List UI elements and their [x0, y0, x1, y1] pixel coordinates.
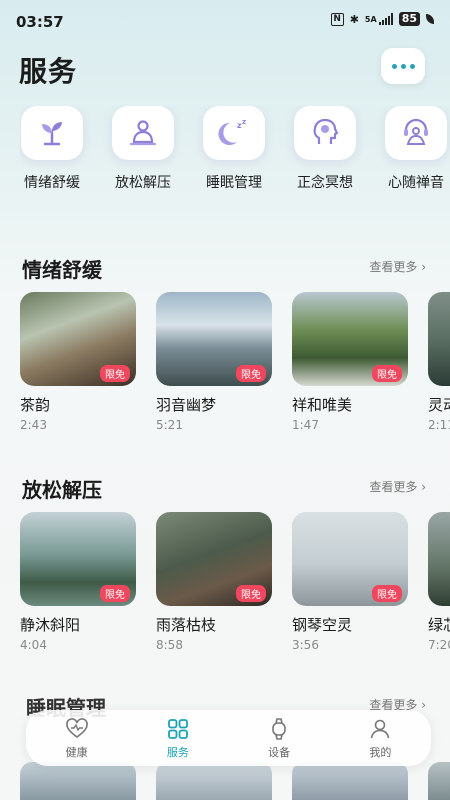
signal-icon	[378, 13, 393, 25]
tab-label: 服务	[166, 745, 189, 759]
audio-card[interactable]: 限免 羽音幽梦 5:21	[156, 292, 272, 432]
status-icons: N ✱ 5A 85	[330, 12, 434, 26]
more-options-button[interactable]	[381, 48, 425, 84]
bluetooth-icon: ✱	[349, 12, 359, 26]
battery-indicator: 85	[398, 12, 420, 26]
audio-card[interactable]: 限免 雨落枯枝 8:58	[156, 512, 272, 652]
card-duration: 2:43	[20, 418, 47, 432]
headphone-meditation-icon	[385, 106, 447, 160]
free-badge: 限免	[236, 365, 266, 382]
status-bar: 03:57 N ✱ 5A 85	[0, 0, 450, 40]
category-zen-music[interactable]: 心随禅音	[384, 106, 448, 196]
card-duration: 7:20	[428, 638, 450, 652]
section-title-emotion: 情绪舒缓	[22, 258, 102, 282]
status-time: 03:57	[16, 13, 64, 31]
card-image[interactable]	[20, 762, 136, 800]
see-more-link[interactable]: 查看更多	[369, 478, 426, 495]
free-badge: 限免	[372, 365, 402, 382]
svg-text:z: z	[242, 118, 246, 126]
moon-zz-icon: zz	[203, 106, 265, 160]
card-image: 限免	[156, 512, 272, 606]
card-title: 灵动	[428, 396, 450, 414]
category-label: 情绪舒缓	[24, 175, 80, 191]
category-sleep[interactable]: zz 睡眠管理	[202, 106, 266, 196]
tab-health[interactable]: 健康	[42, 717, 112, 760]
category-mindfulness[interactable]: 正念冥想	[293, 106, 357, 196]
card-image: 限免	[292, 292, 408, 386]
card-duration: 4:04	[20, 638, 47, 652]
audio-card[interactable]: 限免 钢琴空灵 3:56	[292, 512, 408, 652]
card-image[interactable]	[156, 762, 272, 800]
audio-card[interactable]: 绿芯 7:20	[428, 512, 450, 652]
dot-icon	[400, 63, 406, 69]
audio-card[interactable]: 限免 茶韵 2:43	[20, 292, 136, 432]
card-image: 限免	[20, 292, 136, 386]
card-image	[428, 512, 450, 606]
card-image[interactable]	[428, 762, 450, 800]
head-profile-icon	[294, 106, 356, 160]
card-row-sleep	[20, 762, 450, 800]
card-image: 限免	[20, 512, 136, 606]
card-row-relax: 限免 静沐斜阳 4:04 限免 雨落枯枝 8:58 限免 钢琴空灵 3:56 绿…	[20, 512, 450, 652]
card-title: 钢琴空灵	[292, 616, 353, 634]
tab-service[interactable]: 服务	[143, 717, 213, 760]
audio-card[interactable]: 限免 静沐斜阳 4:04	[20, 512, 136, 652]
card-title: 雨落枯枝	[156, 616, 217, 634]
tab-label: 设备	[268, 745, 291, 759]
card-duration: 3:56	[292, 638, 319, 652]
free-badge: 限免	[100, 365, 130, 382]
bottom-tab-bar: 健康 服务 设备 我的	[26, 710, 431, 766]
category-relax[interactable]: 放松解压	[111, 106, 175, 196]
card-image: 限免	[292, 512, 408, 606]
card-image: 限免	[156, 292, 272, 386]
person-icon	[371, 719, 390, 738]
free-badge: 限免	[372, 585, 402, 602]
dot-icon	[409, 63, 415, 69]
card-image	[428, 292, 450, 386]
card-title: 茶韵	[20, 396, 51, 414]
card-title: 静沐斜阳	[20, 616, 81, 634]
card-duration: 8:58	[156, 638, 183, 652]
category-row: 情绪舒缓 放松解压 zz 睡眠管理 正念冥想 心随禅音	[20, 106, 450, 196]
category-label: 睡眠管理	[206, 175, 262, 191]
category-label: 心随禅音	[388, 175, 444, 191]
meditation-person-icon	[112, 106, 174, 160]
free-badge: 限免	[236, 585, 266, 602]
section-title-relax: 放松解压	[22, 478, 102, 502]
tab-device[interactable]: 设备	[244, 717, 314, 760]
sprout-icon	[21, 106, 83, 160]
audio-card[interactable]: 灵动 2:11	[428, 292, 450, 432]
card-duration: 1:47	[292, 418, 319, 432]
heart-pulse-icon	[65, 717, 88, 738]
audio-card[interactable]: 限免 祥和唯美 1:47	[292, 292, 408, 432]
tab-label: 我的	[369, 745, 392, 759]
free-badge: 限免	[100, 585, 130, 602]
card-row-emotion: 限免 茶韵 2:43 限免 羽音幽梦 5:21 限免 祥和唯美 1:47 灵动 …	[20, 292, 450, 432]
card-title: 绿芯	[428, 616, 450, 634]
card-duration: 2:11	[428, 418, 450, 432]
network-label: 5A	[364, 14, 377, 24]
dot-icon	[391, 63, 397, 69]
card-title: 羽音幽梦	[156, 396, 217, 414]
grid-icon	[167, 718, 188, 739]
page-title: 服务	[19, 55, 78, 88]
card-title: 祥和唯美	[292, 396, 353, 414]
watch-icon	[272, 717, 286, 740]
tab-profile[interactable]: 我的	[345, 717, 415, 760]
card-duration: 5:21	[156, 418, 183, 432]
card-image[interactable]	[292, 762, 408, 800]
category-label: 正念冥想	[297, 175, 353, 191]
tab-label: 健康	[65, 745, 88, 759]
leaf-icon	[426, 14, 434, 24]
category-emotion-soothing[interactable]: 情绪舒缓	[20, 106, 84, 196]
see-more-link[interactable]: 查看更多	[369, 258, 426, 275]
category-label: 放松解压	[115, 175, 171, 191]
nfc-icon: N	[330, 12, 344, 26]
